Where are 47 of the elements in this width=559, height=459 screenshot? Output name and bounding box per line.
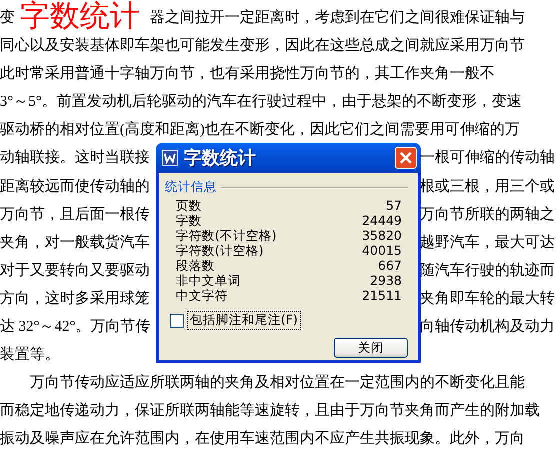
dialog-title: 字数统计 — [184, 147, 257, 170]
text-line: 一根可伸缩的传动轴 — [420, 148, 556, 168]
overlay-title: 字数统计 — [20, 1, 141, 33]
text-line: 3°～5°。前置发动机后轮驱动的汽车在行驶过程中，由于悬架的不断变形，变速 — [0, 94, 522, 110]
text-line: 而稳定地传递动力，保证所联两轴能等速旋转，且由于万向节夹角而产生的附加载 — [0, 403, 540, 420]
text-line: 万向节，且后面一根传 — [0, 206, 151, 225]
text-line: 变 — [0, 8, 16, 28]
text-line: 万向节所联的两轴之 — [420, 205, 556, 225]
text-line: 越野汽车，最大可达 — [420, 234, 556, 253]
text-line: 夹角，对一般载货汽车 — [0, 234, 151, 253]
stat-value: 57 — [386, 198, 402, 213]
checkbox-label[interactable]: 包括脚注和尾注(F) — [187, 311, 301, 330]
checkbox[interactable] — [170, 314, 184, 328]
stat-label: 非中文单词 — [176, 273, 241, 288]
stat-label: 字符数(计空格) — [176, 243, 264, 258]
close-dialog-button[interactable]: 关闭 — [334, 338, 408, 358]
text-line: 器之间拉开一定距离时，考虑到在它们之间很难保证轴与 — [150, 8, 526, 28]
text-line: 随汽车行驶的轨迹而 — [420, 261, 556, 281]
text-line: 同心以及安装基体即车架也可能发生变形，因此在这些总成之间就应采用万向节 — [0, 38, 525, 54]
stat-value: 35820 — [362, 228, 402, 243]
text-line: 万向节传动应适应所联两轴的夹角及相对位置在一定范围内的不断变化且能 — [30, 375, 525, 392]
stat-value: 667 — [378, 258, 402, 273]
stat-label: 字符数(不计空格) — [176, 228, 277, 243]
text-line: 振动及噪声应在允许范围内，在使用车速范围内不应产生共振现象。此外，万向 — [0, 431, 525, 448]
text-line: 夹角即车轮的最大转 — [420, 290, 556, 309]
text-line: 距离较远而使传动轴的 — [0, 177, 151, 197]
stat-value: 40015 — [362, 243, 402, 258]
text-line: 此时常采用普通十字轴万向节，也有采用挠性万向节的，其工作夹角一般不 — [0, 66, 495, 82]
stat-label: 页数 — [176, 198, 202, 213]
section-heading: 统计信息 — [165, 179, 217, 196]
stat-value: 24449 — [362, 213, 402, 228]
close-button[interactable] — [395, 147, 417, 169]
stat-value: 2938 — [370, 273, 402, 288]
text-line: 动轴联接。这时当联接 — [0, 148, 151, 168]
text-line: 根或三根，用三个或 — [420, 178, 556, 197]
text-line: 方向，这时多采用球笼 — [0, 289, 151, 309]
text-line: 对于又要转向又要驱动 — [0, 262, 151, 281]
stat-label: 字数 — [176, 213, 202, 228]
text-line: 向轴传动机构及动力 — [420, 318, 556, 338]
stat-label: 段落数 — [176, 258, 215, 273]
close-icon — [399, 151, 413, 165]
text-line: 达 32°～42°。万向节传 — [0, 318, 152, 338]
text-line: 装置等。 — [0, 347, 60, 364]
document-icon — [162, 150, 178, 166]
stat-value: 21511 — [362, 288, 402, 303]
stat-label: 中文字符 — [176, 288, 228, 303]
text-line: 驱动桥的相对位置(高度和距离)也在不断变化，因此它们之间需要用可伸缩的万 — [0, 122, 520, 138]
